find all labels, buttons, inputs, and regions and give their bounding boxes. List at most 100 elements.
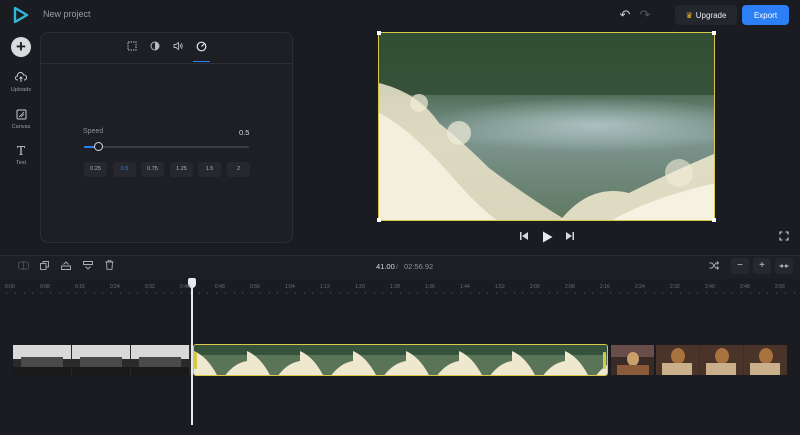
fullscreen-icon[interactable] — [778, 231, 790, 243]
add-media-button[interactable]: + — [11, 37, 31, 57]
ruler-tick — [146, 292, 147, 294]
ruler-tick — [662, 292, 664, 294]
export-button[interactable]: Export — [742, 5, 789, 25]
ruler-tick-label: 2:48 — [740, 284, 750, 290]
rail-item-uploads[interactable]: Uploads — [4, 71, 38, 93]
ruler-tick — [172, 292, 174, 294]
resize-handle[interactable] — [712, 31, 716, 35]
crop-icon[interactable] — [125, 41, 139, 55]
ruler-tick — [224, 292, 226, 294]
ruler-tick — [356, 292, 357, 294]
speed-preset-button[interactable]: 2 — [227, 162, 250, 177]
speed-preset-button[interactable]: 0.5 — [113, 162, 136, 177]
ruler-tick — [513, 292, 515, 294]
ruler-tick-label: 1:28 — [390, 284, 400, 290]
delete-icon[interactable] — [102, 260, 116, 274]
ruler-tick — [741, 292, 742, 294]
ruler-tick-label: 0:00 — [5, 284, 15, 290]
shuffle-icon[interactable] — [707, 260, 721, 274]
clip-trim-handle-right[interactable] — [603, 352, 606, 369]
rail-item-canvas[interactable]: Canvas — [4, 109, 38, 130]
speed-preset-button[interactable]: 1.25 — [170, 162, 193, 177]
ruler-tick — [601, 292, 602, 294]
speed-icon[interactable] — [194, 41, 208, 55]
ruler-tick — [767, 292, 769, 294]
current-time: 41.00 — [376, 262, 395, 271]
ruler-tick-label: 0:24 — [110, 284, 120, 290]
clip-thumbnail-strip — [13, 345, 191, 375]
ruler-tick-label: 2:08 — [565, 284, 575, 290]
total-duration: 02:56.92 — [404, 262, 434, 271]
ruler-tick — [49, 292, 51, 294]
app-logo-icon[interactable] — [13, 6, 29, 24]
speed-preset-button[interactable]: 0.25 — [84, 162, 107, 177]
ruler-tick-label: 1:36 — [425, 284, 435, 290]
ruler-tick — [417, 292, 419, 294]
rail-label-text: Text — [15, 160, 27, 166]
selected-timeline-clip[interactable] — [193, 344, 608, 376]
upgrade-button[interactable]: ♛ Upgrade — [675, 5, 737, 25]
play-icon[interactable] — [540, 231, 554, 245]
ruler-tick-label: 1:04 — [285, 284, 295, 290]
ruler-tick — [242, 292, 244, 294]
crop-clip-icon[interactable] — [81, 260, 95, 274]
volume-icon[interactable] — [171, 41, 185, 55]
ruler-tick — [321, 292, 322, 294]
crown-icon: ♛ — [685, 10, 693, 20]
speed-preset-button[interactable]: 0.75 — [141, 162, 164, 177]
ruler-tick — [102, 292, 104, 294]
ruler-tick — [749, 292, 751, 294]
ruler-tick — [671, 292, 672, 294]
undo-icon[interactable]: ↶ — [618, 8, 632, 22]
redo-icon[interactable]: ↷ — [638, 8, 652, 22]
ruler-tick-label: 0:56 — [250, 284, 260, 290]
timeline-clip[interactable] — [13, 345, 191, 375]
ruler-tick — [338, 292, 340, 294]
resize-handle[interactable] — [377, 218, 381, 222]
ruler-tick — [32, 292, 34, 294]
speed-preset-button[interactable]: 1.5 — [198, 162, 221, 177]
ruler-tick-label: 2:56 — [775, 284, 785, 290]
ruler-tick — [784, 292, 786, 294]
ruler-tick — [207, 292, 209, 294]
ruler-tick — [504, 292, 506, 294]
speed-slider[interactable] — [84, 146, 249, 148]
resize-handle[interactable] — [712, 218, 716, 222]
playhead[interactable] — [191, 280, 193, 425]
skip-forward-icon[interactable] — [563, 231, 577, 245]
clip-trim-handle-left[interactable] — [194, 352, 197, 369]
ruler-tick — [67, 292, 69, 294]
resize-handle[interactable] — [377, 31, 381, 35]
ruler-tick-label: 0:40 — [180, 284, 190, 290]
zoom-out-button[interactable]: − — [731, 258, 749, 274]
ruler-tick — [627, 292, 629, 294]
timeline-clip[interactable] — [611, 345, 654, 375]
rail-item-text[interactable]: T Text — [4, 145, 38, 167]
adjust-contrast-icon[interactable] — [148, 41, 162, 55]
zoom-in-button[interactable]: + — [753, 258, 771, 274]
ruler-tick — [268, 292, 270, 294]
fit-timeline-button[interactable] — [775, 258, 793, 274]
ruler-tick — [277, 292, 279, 294]
project-title[interactable]: New project — [43, 9, 91, 19]
trim-icon[interactable] — [59, 260, 73, 274]
ruler-tick — [644, 292, 646, 294]
split-icon[interactable] — [16, 260, 30, 274]
ruler-tick — [286, 292, 287, 294]
ruler-tick — [93, 292, 95, 294]
ruler-tick — [539, 292, 541, 294]
timeline-toolbar — [0, 255, 800, 279]
ruler-tick — [469, 292, 471, 294]
ruler-tick — [706, 292, 707, 294]
duplicate-icon[interactable] — [37, 260, 51, 274]
video-preview[interactable] — [378, 32, 715, 221]
ruler-tick — [251, 292, 252, 294]
ruler-tick — [426, 292, 427, 294]
ruler-tick-label: 1:52 — [495, 284, 505, 290]
ruler-tick — [496, 292, 497, 294]
skip-back-icon[interactable] — [517, 231, 531, 245]
ruler-tick — [23, 292, 25, 294]
timeline-clip[interactable] — [656, 345, 787, 375]
ruler-tick-label: 0:08 — [40, 284, 50, 290]
ruler-tick — [189, 292, 191, 294]
